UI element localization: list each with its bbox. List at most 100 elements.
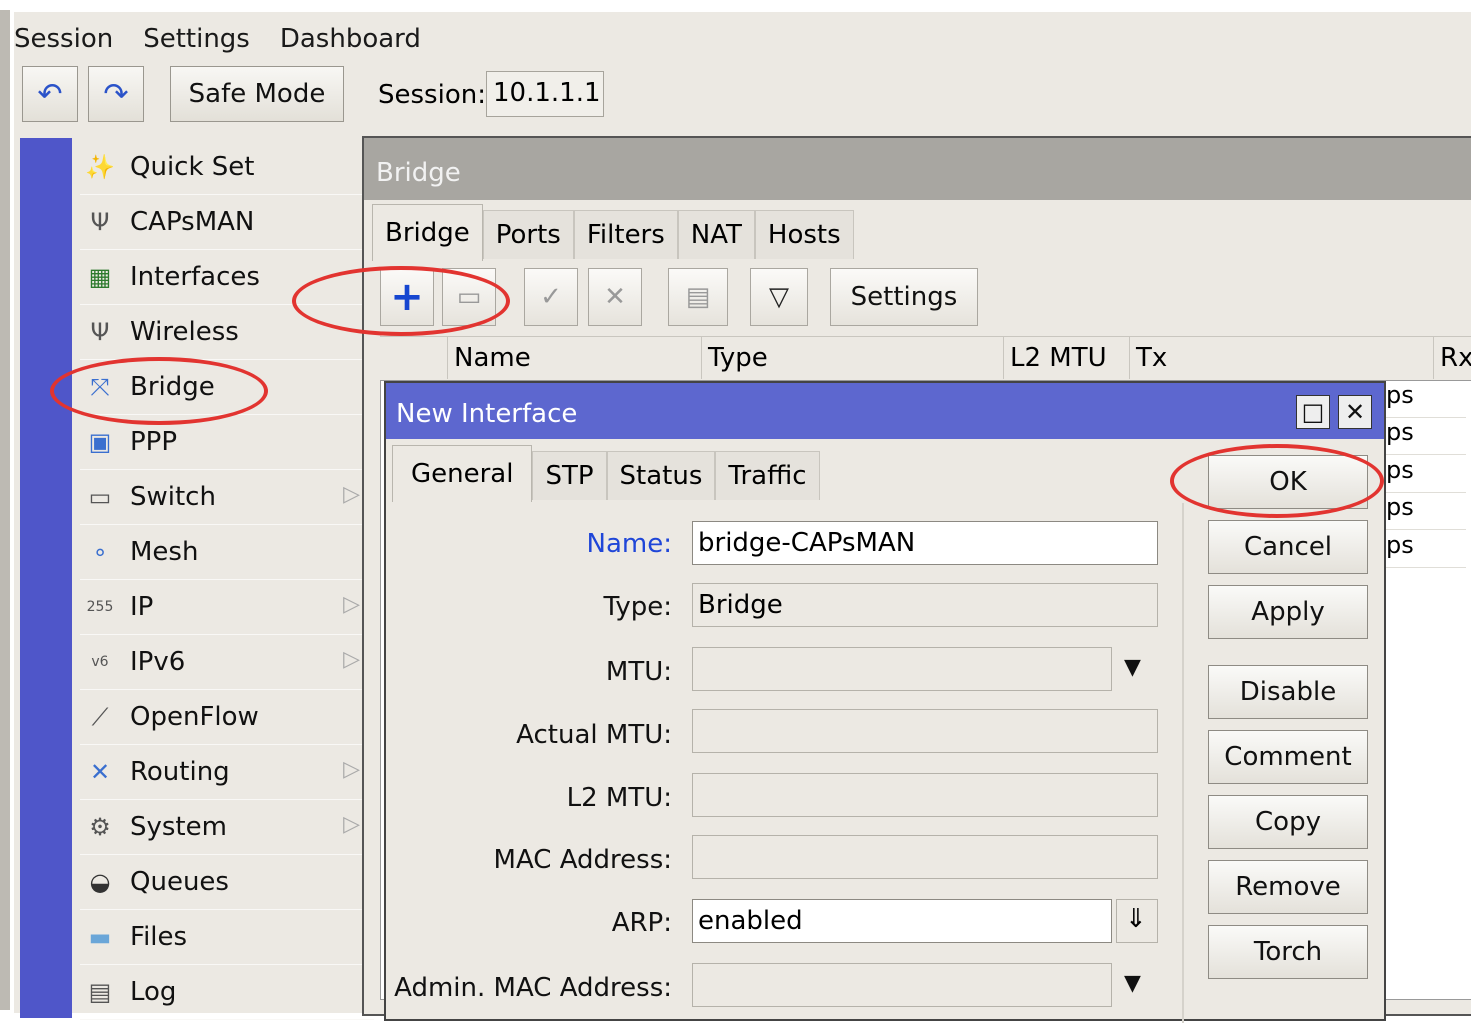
- sidebar-item-label: Interfaces: [130, 262, 260, 292]
- log-icon: ▤: [88, 978, 112, 1006]
- ppp-icon: ▣: [88, 428, 112, 456]
- menu-session[interactable]: Session: [14, 24, 113, 54]
- annotation-circle-add: [292, 266, 510, 336]
- undo-icon: ↶: [37, 76, 63, 112]
- mesh-icon: ∘: [92, 538, 108, 566]
- ip-icon: 255: [86, 599, 114, 615]
- admin-mac-field[interactable]: [692, 963, 1112, 1007]
- arrow-down-icon: ⇓: [1125, 904, 1147, 934]
- dropdown-arrow-icon[interactable]: ▼: [1124, 971, 1141, 996]
- apply-button[interactable]: Apply: [1208, 585, 1368, 639]
- sidebar-item-files[interactable]: ▬ Files: [80, 910, 374, 965]
- filter-button[interactable]: ▽: [750, 268, 808, 326]
- sidebar-item-label: Switch: [130, 482, 216, 512]
- antenna-icon: Ψ: [90, 208, 110, 236]
- tab-ports[interactable]: Ports: [482, 210, 574, 259]
- sidebar-item-mesh[interactable]: ∘ Mesh: [80, 525, 374, 580]
- sidebar: ✨ Quick Set Ψ CAPsMAN ▦ Interfaces Ψ Wireles…: [20, 138, 374, 1020]
- sidebar-item-switch[interactable]: ▭ Switch ▷: [80, 470, 374, 525]
- comment-button[interactable]: ▤: [668, 268, 728, 326]
- safe-mode-button[interactable]: Safe Mode: [170, 66, 344, 122]
- sidebar-item-openflow[interactable]: ⟋ OpenFlow: [80, 690, 374, 745]
- type-field: Bridge: [692, 583, 1158, 627]
- session-value: 10.1.1.1: [486, 71, 604, 117]
- sidebar-item-label: CAPsMAN: [130, 207, 255, 237]
- close-button[interactable]: ✕: [1338, 395, 1372, 429]
- sidebar-item-queues[interactable]: ◒ Queues: [80, 855, 374, 910]
- l2mtu-field: [692, 773, 1158, 817]
- disable-button[interactable]: Disable: [1208, 665, 1368, 719]
- sidebar-item-label: Files: [130, 922, 188, 952]
- tab-traffic[interactable]: Traffic: [715, 451, 820, 500]
- dialog-title: New Interface: [386, 383, 1384, 439]
- arp-dropdown-button[interactable]: ⇓: [1116, 899, 1158, 943]
- tab-bridge[interactable]: Bridge: [372, 204, 483, 261]
- column-rx[interactable]: Rx: [1434, 337, 1471, 379]
- mtu-field[interactable]: [692, 647, 1112, 691]
- antenna-icon: Ψ: [90, 318, 110, 346]
- sidebar-item-quick-set[interactable]: ✨ Quick Set: [80, 140, 374, 195]
- sidebar-item-label: Routing: [130, 757, 230, 787]
- torch-button[interactable]: Torch: [1208, 925, 1368, 979]
- type-label: Type:: [603, 592, 672, 622]
- gear-icon: ⚙: [89, 813, 111, 841]
- annotation-circle-bridge: [50, 357, 268, 425]
- cross-icon: ✕: [604, 282, 626, 312]
- sidebar-item-routing[interactable]: ✕ Routing ▷: [80, 745, 374, 800]
- column-tx[interactable]: Tx: [1130, 337, 1434, 379]
- check-icon: ✓: [540, 282, 562, 312]
- dialog-tabs: General STP Status Traffic: [392, 445, 820, 502]
- switch-icon: ▭: [88, 483, 112, 511]
- actual-mtu-label: Actual MTU:: [516, 720, 672, 750]
- admin-mac-label: Admin. MAC Address:: [394, 973, 672, 1003]
- annotation-circle-ok: [1170, 444, 1384, 518]
- remove-button[interactable]: Remove: [1208, 860, 1368, 914]
- sidebar-item-ipv6[interactable]: v6 IPv6 ▷: [80, 635, 374, 690]
- tab-general[interactable]: General: [392, 445, 533, 502]
- tab-hosts[interactable]: Hosts: [754, 210, 854, 259]
- sidebar-item-log[interactable]: ▤ Log: [80, 965, 374, 1020]
- sidebar-item-capsman[interactable]: Ψ CAPsMAN: [80, 195, 374, 250]
- enable-button[interactable]: ✓: [524, 268, 578, 326]
- table-header: Name Type L2 MTU Tx Rx: [380, 336, 1471, 379]
- settings-button[interactable]: Settings: [830, 268, 978, 326]
- undo-button[interactable]: ↶: [22, 66, 78, 122]
- maximize-button[interactable]: □: [1296, 395, 1330, 429]
- mtu-label: MTU:: [605, 657, 672, 687]
- sidebar-item-system[interactable]: ⚙ System ▷: [80, 800, 374, 855]
- menu-dashboard[interactable]: Dashboard: [280, 24, 421, 54]
- table-cell: ps: [1386, 456, 1466, 493]
- disable-button[interactable]: ✕: [588, 268, 642, 326]
- column-type[interactable]: Type: [702, 337, 1004, 379]
- dropdown-arrow-icon[interactable]: ▼: [1124, 655, 1141, 680]
- menu-settings[interactable]: Settings: [143, 24, 250, 54]
- gauge-icon: ◒: [89, 868, 111, 896]
- close-icon: ✕: [1344, 398, 1366, 426]
- column-name[interactable]: Name: [448, 337, 702, 379]
- submenu-arrow-icon: ▷: [343, 592, 360, 617]
- wand-icon: ✨: [85, 153, 115, 181]
- copy-button[interactable]: Copy: [1208, 795, 1368, 849]
- tab-status[interactable]: Status: [606, 451, 716, 500]
- cancel-button[interactable]: Cancel: [1208, 520, 1368, 574]
- arp-field[interactable]: enabled: [692, 899, 1112, 943]
- submenu-arrow-icon: ▷: [343, 757, 360, 782]
- sidebar-stripe: [20, 138, 72, 1018]
- column-l2mtu[interactable]: L2 MTU: [1004, 337, 1130, 379]
- tab-filters[interactable]: Filters: [573, 210, 678, 259]
- comment-button[interactable]: Comment: [1208, 730, 1368, 784]
- table-cell: ps: [1386, 381, 1466, 418]
- name-field[interactable]: bridge-CAPsMAN: [692, 521, 1158, 565]
- openflow-icon: ⟋: [91, 703, 109, 731]
- redo-button[interactable]: ↷: [88, 66, 144, 122]
- dialog-separator: [1182, 503, 1184, 1023]
- sidebar-item-ip[interactable]: 255 IP ▷: [80, 580, 374, 635]
- submenu-arrow-icon: ▷: [343, 812, 360, 837]
- session-label: Session:: [378, 80, 486, 110]
- folder-icon: ▬: [88, 923, 112, 951]
- submenu-arrow-icon: ▷: [343, 482, 360, 507]
- sidebar-item-label: System: [130, 812, 227, 842]
- tab-stp[interactable]: STP: [532, 451, 607, 500]
- mac-address-field: [692, 835, 1158, 879]
- tab-nat[interactable]: NAT: [677, 210, 755, 259]
